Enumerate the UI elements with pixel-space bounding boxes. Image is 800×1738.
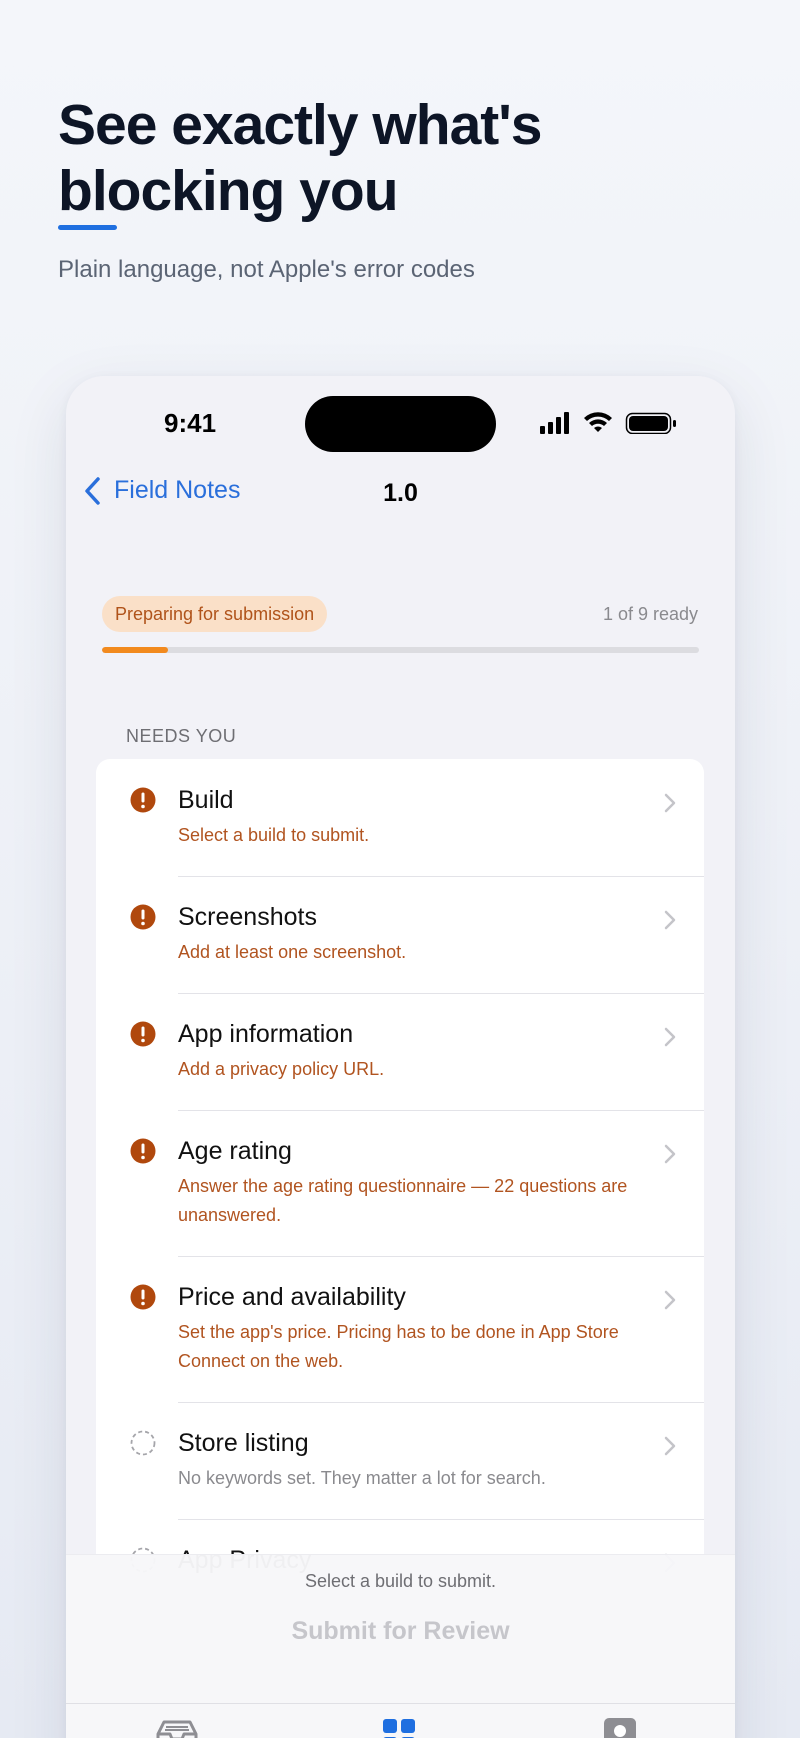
chevron-right-icon xyxy=(664,793,676,813)
status-icons xyxy=(540,412,676,434)
exclamation-circle-icon xyxy=(130,1138,156,1164)
row-title: Price and availability xyxy=(178,1283,406,1311)
ready-count: 1 of 9 ready xyxy=(602,604,698,624)
submit-hint: Select a build to submit. xyxy=(304,1571,497,1591)
exclamation-circle-icon xyxy=(130,1284,156,1310)
battery-icon xyxy=(625,412,676,434)
row-subtitle: Set the app's price. Pricing has to be d… xyxy=(178,1322,619,1371)
checklist-card: Build Select a build to submit. Screensh… xyxy=(96,759,704,1589)
tab-bar xyxy=(66,1703,735,1738)
submit-for-review-button[interactable]: Submit for Review xyxy=(66,1617,735,1646)
row-subtitle: Add at least one screenshot. xyxy=(178,942,407,962)
cellular-signal-icon xyxy=(540,412,569,434)
dynamic-island xyxy=(305,396,496,452)
checklist-row-app-information[interactable]: App information Add a privacy policy URL… xyxy=(96,993,704,1110)
nav-title: 1.0 xyxy=(383,479,418,507)
row-title: Build xyxy=(178,786,234,814)
exclamation-circle-icon xyxy=(130,1021,156,1047)
row-subtitle: Add a privacy policy URL. xyxy=(178,1059,385,1079)
chevron-right-icon xyxy=(664,1027,676,1047)
person-icon[interactable] xyxy=(604,1718,636,1738)
chevron-right-icon xyxy=(664,1290,676,1310)
exclamation-circle-icon xyxy=(130,904,156,930)
chevron-right-icon xyxy=(664,1436,676,1456)
row-subtitle: Answer the age rating questionnaire — 22… xyxy=(178,1176,628,1225)
marketing-headline: See exactly what's blocking you xyxy=(58,93,543,223)
dashed-circle-icon xyxy=(130,1430,156,1456)
tray-icon[interactable] xyxy=(156,1718,198,1738)
checklist-row-screenshots[interactable]: Screenshots Add at least one screenshot. xyxy=(96,876,704,993)
phone-frame: 9:41 Field Notes 1.0 Preparing for submi… xyxy=(66,376,735,1738)
row-title: Store listing xyxy=(178,1429,309,1457)
checklist-row-build[interactable]: Build Select a build to submit. xyxy=(96,759,704,876)
headline-underline xyxy=(58,225,117,230)
submission-progress xyxy=(102,647,699,653)
checklist-row-store-listing[interactable]: Store listing No keywords set. They matt… xyxy=(96,1402,704,1519)
row-subtitle: No keywords set. They matter a lot for s… xyxy=(178,1468,546,1488)
row-title: Screenshots xyxy=(178,903,317,931)
chevron-right-icon xyxy=(664,910,676,930)
checklist-row-age-rating[interactable]: Age rating Answer the age rating questio… xyxy=(96,1110,704,1256)
row-title: Age rating xyxy=(178,1137,292,1165)
bottom-action-bar: Select a build to submit. Submit for Rev… xyxy=(66,1554,735,1738)
section-header: NEEDS YOU xyxy=(126,726,237,746)
row-subtitle: Select a build to submit. xyxy=(178,825,370,845)
status-time: 9:41 xyxy=(164,408,217,438)
marketing-subhead: Plain language, not Apple's error codes xyxy=(58,256,475,283)
chevron-right-icon xyxy=(664,1144,676,1164)
status-badge: Preparing for submission xyxy=(102,596,328,632)
grid-icon[interactable] xyxy=(382,1718,416,1738)
row-title: App information xyxy=(178,1020,354,1048)
checklist-row-price-availability[interactable]: Price and availability Set the app's pri… xyxy=(96,1256,704,1402)
exclamation-circle-icon xyxy=(130,787,156,813)
progress-fill xyxy=(102,647,169,653)
wifi-icon xyxy=(584,412,612,432)
